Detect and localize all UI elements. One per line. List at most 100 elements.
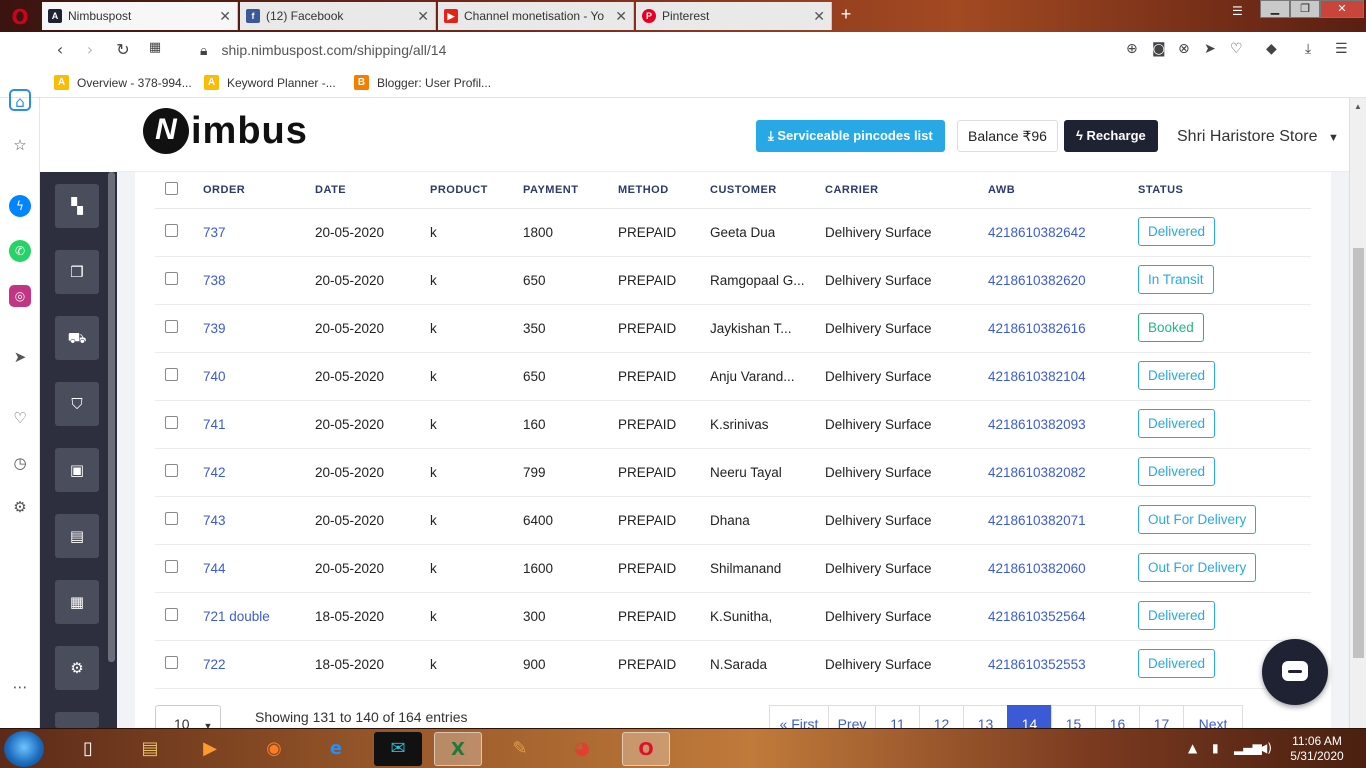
order-link[interactable]: 738 bbox=[203, 273, 226, 288]
col-date[interactable]: DATE bbox=[315, 172, 430, 209]
zoom-icon[interactable]: ⊕ bbox=[1126, 41, 1138, 57]
extension-icon[interactable]: ◆ bbox=[1266, 41, 1277, 57]
awb-link[interactable]: 4218610382620 bbox=[988, 273, 1086, 288]
volume-icon[interactable]: ◀) bbox=[1258, 741, 1272, 755]
awb-link[interactable]: 4218610382616 bbox=[988, 321, 1086, 336]
home-icon[interactable]: ⌂ bbox=[9, 89, 31, 111]
reload-icon[interactable]: ↻ bbox=[113, 40, 133, 59]
page-scrollbar[interactable]: ▲ bbox=[1349, 98, 1366, 728]
page-button[interactable]: 14 bbox=[1007, 705, 1052, 728]
page-button[interactable]: 13 bbox=[963, 705, 1008, 728]
tray-device-icon[interactable]: ▮ bbox=[1212, 741, 1219, 755]
page-button[interactable]: « First bbox=[769, 705, 829, 728]
reports-document-icon[interactable]: ▤ bbox=[55, 514, 99, 558]
paint-icon[interactable]: ✎ bbox=[496, 732, 544, 766]
row-checkbox[interactable] bbox=[165, 464, 178, 477]
opera-logo-icon[interactable]: O bbox=[8, 6, 32, 28]
download-icon[interactable]: ⤓ bbox=[1305, 41, 1311, 57]
scroll-up-icon[interactable]: ▲ bbox=[1354, 102, 1362, 111]
file-explorer-icon[interactable]: ▤ bbox=[126, 732, 174, 766]
shipping-truck-icon[interactable]: ⛟ bbox=[55, 316, 99, 360]
awb-link[interactable]: 4218610382642 bbox=[988, 225, 1086, 240]
more-icon[interactable]: ⋯ bbox=[9, 676, 31, 698]
speed-dial-icon[interactable]: ▦ bbox=[145, 40, 165, 55]
firefox-icon[interactable]: ◉ bbox=[250, 732, 298, 766]
col-status[interactable]: STATUS bbox=[1138, 172, 1311, 209]
opera-taskbar-icon[interactable]: O bbox=[622, 732, 670, 766]
back-icon[interactable]: ‹ bbox=[50, 40, 70, 59]
order-link[interactable]: 739 bbox=[203, 321, 226, 336]
whatsapp-icon[interactable]: ✆ bbox=[9, 240, 31, 262]
scrollbar-thumb[interactable] bbox=[1353, 248, 1364, 658]
window-close-icon[interactable]: ✕ bbox=[1320, 0, 1364, 18]
awb-link[interactable]: 4218610382082 bbox=[988, 465, 1086, 480]
awb-link[interactable]: 4218610352564 bbox=[988, 609, 1086, 624]
billing-money-icon[interactable]: ▣ bbox=[55, 448, 99, 492]
forward-icon[interactable]: › bbox=[80, 40, 100, 59]
sidebar-scrollbar[interactable] bbox=[108, 172, 115, 662]
excel-icon[interactable]: X bbox=[434, 732, 482, 766]
awb-link[interactable]: 4218610382060 bbox=[988, 561, 1086, 576]
order-link[interactable]: 743 bbox=[203, 513, 226, 528]
settings-icon[interactable]: ⚙ bbox=[9, 496, 31, 518]
apps-grid-icon[interactable]: ▦ bbox=[55, 580, 99, 624]
awb-link[interactable]: 4218610382071 bbox=[988, 513, 1086, 528]
page-button[interactable]: 12 bbox=[919, 705, 964, 728]
row-checkbox[interactable] bbox=[165, 608, 178, 621]
page-button[interactable]: 16 bbox=[1095, 705, 1140, 728]
dashboard-icon[interactable]: ▚ bbox=[55, 184, 99, 228]
tray-arrow-icon[interactable]: ▲ bbox=[1188, 741, 1197, 755]
order-link[interactable]: 741 bbox=[203, 417, 226, 432]
send-icon[interactable]: ➤ bbox=[1204, 41, 1216, 57]
start-button-icon[interactable] bbox=[4, 731, 44, 767]
more-menu-icon[interactable] bbox=[55, 712, 99, 728]
page-button[interactable]: Prev bbox=[828, 705, 876, 728]
row-checkbox[interactable] bbox=[165, 320, 178, 333]
order-link[interactable]: 722 bbox=[203, 657, 226, 672]
heart-icon[interactable]: ♡ bbox=[9, 407, 31, 429]
minimize-icon[interactable]: ▁ bbox=[1260, 0, 1290, 18]
order-link[interactable]: 740 bbox=[203, 369, 226, 384]
internet-explorer-icon[interactable]: e bbox=[312, 732, 360, 766]
col-product[interactable]: PRODUCT bbox=[430, 172, 523, 209]
page-button[interactable]: 17 bbox=[1139, 705, 1184, 728]
system-clock[interactable]: 11:06 AM 5/31/2020 bbox=[1282, 734, 1352, 764]
recharge-button[interactable]: ϟ Recharge bbox=[1064, 120, 1158, 152]
page-button[interactable]: Next bbox=[1183, 705, 1243, 728]
order-link[interactable]: 744 bbox=[203, 561, 226, 576]
col-method[interactable]: METHOD bbox=[618, 172, 710, 209]
col-payment[interactable]: PAYMENT bbox=[523, 172, 618, 209]
instagram-icon[interactable]: ◎ bbox=[9, 285, 31, 307]
history-icon[interactable]: ◷ bbox=[9, 452, 31, 474]
order-link[interactable]: 742 bbox=[203, 465, 226, 480]
row-checkbox[interactable] bbox=[165, 416, 178, 429]
url-field[interactable]: 🔒︎ ship.nimbuspost.com/shipping/all/14 bbox=[200, 42, 446, 59]
tab-close-icon[interactable]: ✕ bbox=[417, 8, 429, 25]
tab-nimbuspost[interactable]: A Nimbuspost ✕ bbox=[42, 2, 238, 30]
heart-icon[interactable]: ♡ bbox=[1230, 41, 1243, 57]
snapshot-icon[interactable]: ◙ bbox=[1152, 41, 1166, 57]
maximize-icon[interactable]: ❐ bbox=[1290, 0, 1320, 18]
order-link[interactable]: 737 bbox=[203, 225, 226, 240]
bookmark-keyword-planner[interactable]: A Keyword Planner -... bbox=[204, 75, 336, 90]
row-checkbox[interactable] bbox=[165, 656, 178, 669]
store-dropdown[interactable]: Shri Haristore Store ▼ bbox=[1177, 128, 1339, 146]
row-checkbox[interactable] bbox=[165, 512, 178, 525]
tab-close-icon[interactable]: ✕ bbox=[219, 8, 231, 25]
send-icon[interactable]: ➤ bbox=[9, 346, 31, 368]
awb-link[interactable]: 4218610352553 bbox=[988, 657, 1086, 672]
mail-app-icon[interactable]: ✉ bbox=[374, 732, 422, 766]
tab-facebook[interactable]: f (12) Facebook ✕ bbox=[240, 2, 436, 30]
page-button[interactable]: 15 bbox=[1051, 705, 1096, 728]
row-checkbox[interactable] bbox=[165, 272, 178, 285]
easy-setup-icon[interactable]: ☰ bbox=[1335, 41, 1348, 57]
tab-menu-icon[interactable]: ☰ bbox=[1232, 4, 1243, 18]
row-checkbox[interactable] bbox=[165, 560, 178, 573]
col-awb[interactable]: AWB bbox=[988, 172, 1138, 209]
col-customer[interactable]: CUSTOMER bbox=[710, 172, 825, 209]
blank-file-icon[interactable]: ▯ bbox=[64, 732, 112, 766]
awb-link[interactable]: 4218610382093 bbox=[988, 417, 1086, 432]
tab-pinterest[interactable]: P Pinterest ✕ bbox=[636, 2, 832, 30]
new-tab-icon[interactable]: + bbox=[836, 4, 856, 25]
orders-box-icon[interactable]: ❒ bbox=[55, 250, 99, 294]
